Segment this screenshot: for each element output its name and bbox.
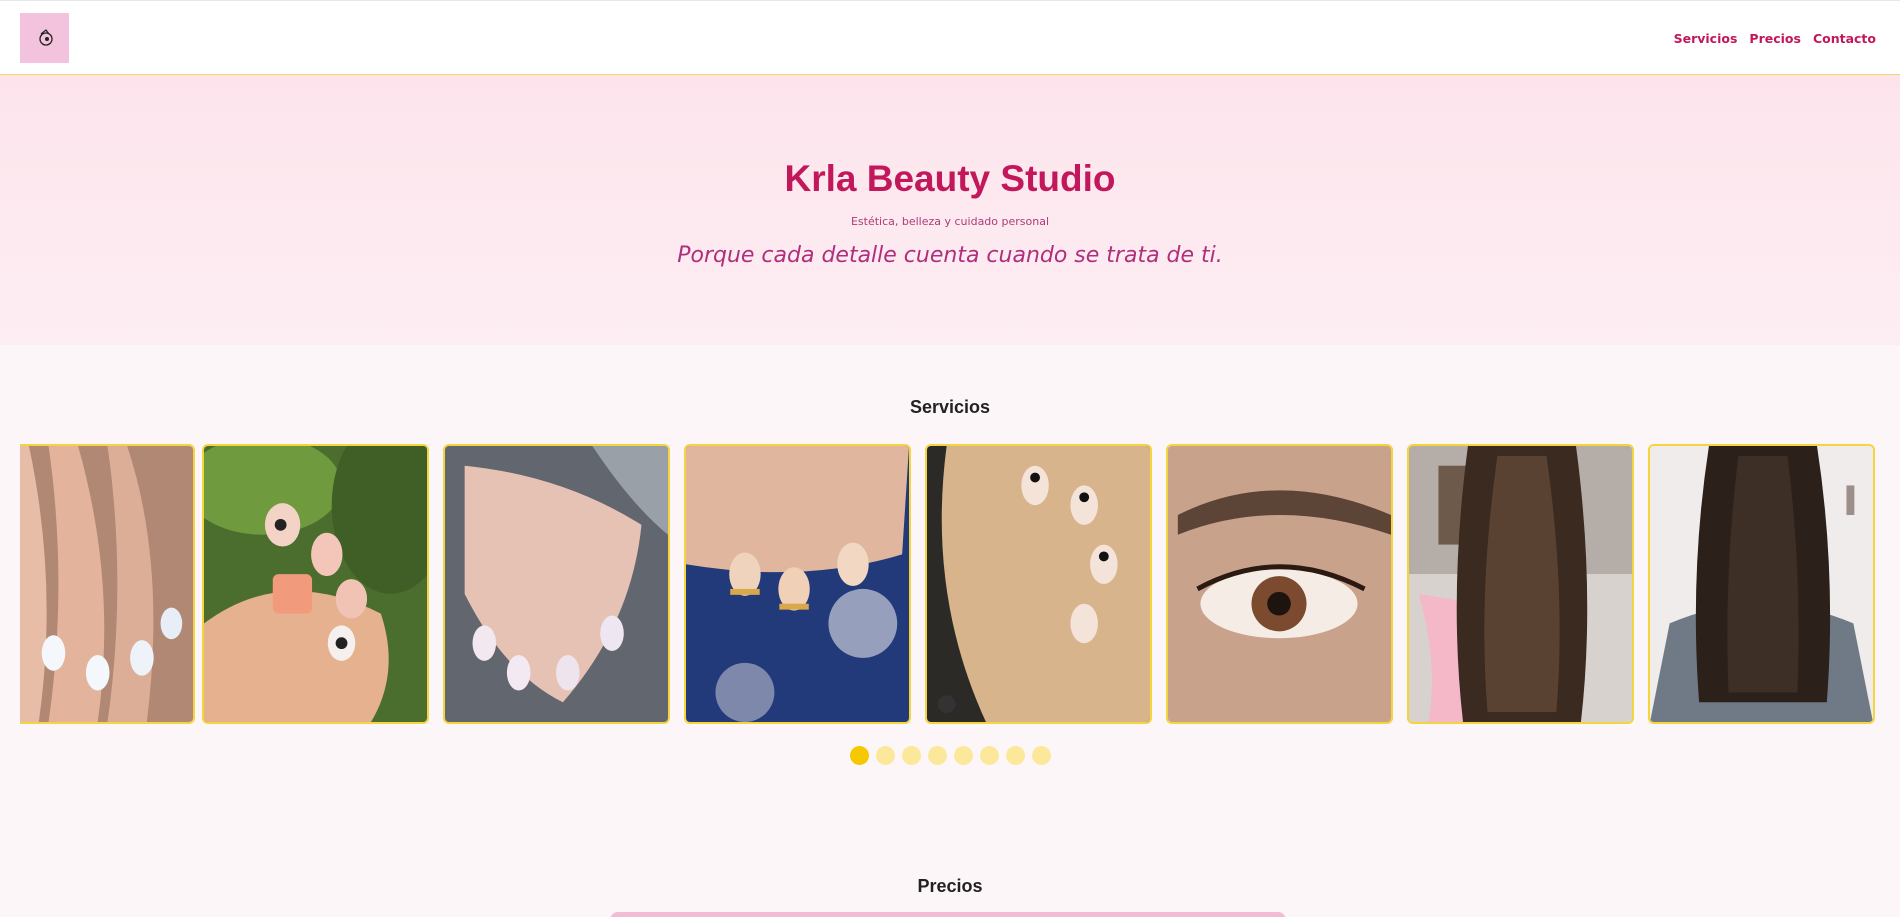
navbar: Servicios Precios Contacto <box>0 0 1900 75</box>
service-photo-nail-art[interactable] <box>202 444 429 724</box>
nav-link-servicios[interactable]: Servicios <box>1674 31 1738 46</box>
service-photo-gold-nails[interactable] <box>684 444 911 724</box>
french-heart-nails-photo-icon <box>927 446 1150 722</box>
carousel-dots <box>850 746 1051 765</box>
nav-link-precios[interactable]: Precios <box>1749 31 1801 46</box>
gold-glitter-nails-photo-icon <box>686 446 909 722</box>
carousel-dot-8[interactable] <box>1032 746 1051 765</box>
hero-section: Krla Beauty Studio Estética, belleza y c… <box>0 75 1900 345</box>
main-nav: Servicios Precios Contacto <box>1674 31 1876 46</box>
carousel-dot-7[interactable] <box>1006 746 1025 765</box>
cartoon-nail-art-photo-icon <box>204 446 427 722</box>
carousel-dot-2[interactable] <box>876 746 895 765</box>
logo-mark-icon <box>38 29 53 46</box>
carousel-dot-3[interactable] <box>902 746 921 765</box>
service-photo-white-nails[interactable] <box>20 444 195 724</box>
pink-glitter-nails-photo-icon <box>445 446 668 722</box>
straight-hair-back-photo-icon <box>1650 446 1873 722</box>
service-photo-hair-back[interactable] <box>1648 444 1875 724</box>
service-photo-long-hair[interactable] <box>1407 444 1634 724</box>
brand-logo[interactable] <box>20 13 69 63</box>
hero-slogan: Porque cada detalle cuenta cuando se tra… <box>677 243 1223 268</box>
carousel-dot-1[interactable] <box>850 746 869 765</box>
service-photo-french-nails[interactable] <box>925 444 1152 724</box>
hero-subtitle: Estética, belleza y cuidado personal <box>850 215 1050 228</box>
service-photo-eyelash[interactable] <box>1166 444 1393 724</box>
service-photo-pink-nails[interactable] <box>443 444 670 724</box>
white-nails-photo-icon <box>20 446 193 722</box>
carousel-dot-4[interactable] <box>928 746 947 765</box>
prices-card-top <box>610 912 1286 917</box>
prices-title: Precios <box>917 876 983 896</box>
services-title: Servicios <box>909 397 991 417</box>
long-straight-hair-photo-icon <box>1409 446 1632 722</box>
services-carousel[interactable] <box>20 444 1877 724</box>
carousel-dot-6[interactable] <box>980 746 999 765</box>
carousel-dot-5[interactable] <box>954 746 973 765</box>
eyelash-photo-icon <box>1168 446 1391 722</box>
hero-title: Krla Beauty Studio <box>784 158 1116 199</box>
nav-link-contacto[interactable]: Contacto <box>1813 31 1876 46</box>
